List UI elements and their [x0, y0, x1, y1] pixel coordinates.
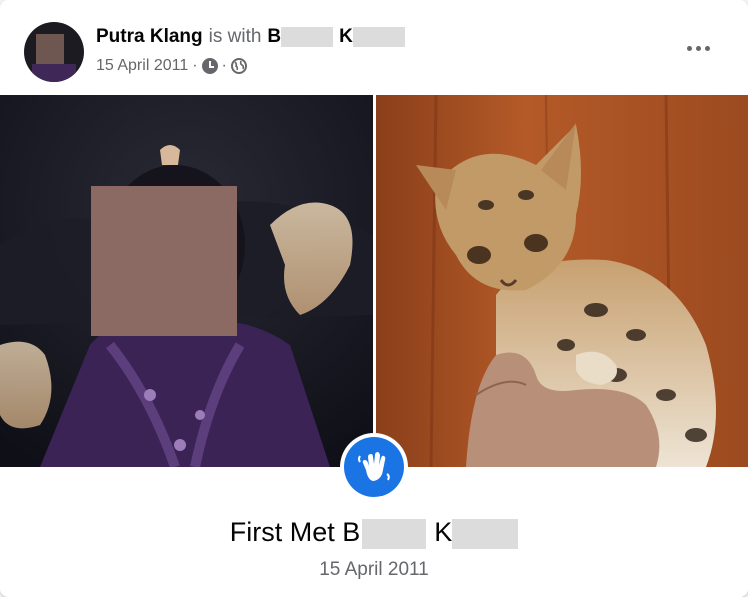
post-date-link[interactable]: 15 April 2011	[96, 57, 188, 75]
redacted-last-name	[452, 518, 519, 549]
post-meta: 15 April 2011 · ·	[96, 56, 247, 76]
more-horizontal-icon	[695, 45, 701, 51]
meta-separator: ·	[192, 57, 198, 74]
author-name-link[interactable]: Putra Klang	[96, 26, 203, 48]
life-event-date: 15 April 2011	[319, 559, 429, 580]
life-event-title[interactable]: First Met B K	[0, 514, 748, 550]
redacted-first-name	[362, 518, 427, 549]
life-event-title-prefix: First Met B	[229, 517, 361, 547]
redacted-first-name	[281, 26, 334, 47]
post-header: Putra Klang is with BK 15 April 2011 · ·	[0, 0, 748, 95]
with-text: is with	[208, 26, 262, 47]
post-card: Putra Klang is with BK 15 April 2011 · ·	[0, 0, 748, 597]
more-horizontal-icon	[704, 45, 710, 51]
tagged-first-initial: B	[267, 26, 282, 47]
kitten-photo-image	[376, 95, 748, 467]
redacted-last-name	[352, 26, 405, 47]
life-event-icon-circle	[344, 437, 404, 497]
life-event-last-initial: K	[434, 517, 453, 547]
person-photo-image	[0, 95, 373, 467]
globe-icon[interactable]	[230, 58, 247, 74]
life-event-icon-badge	[340, 433, 408, 501]
more-horizontal-icon	[686, 45, 692, 51]
avatar-blurred-face	[36, 34, 64, 64]
tagged-last-initial: K	[339, 26, 353, 47]
post-title-line: Putra Klang is with BK	[96, 25, 405, 49]
photo-kitten[interactable]	[376, 95, 748, 467]
avatar-clothing	[32, 64, 76, 82]
meta-separator: ·	[221, 57, 227, 74]
author-avatar[interactable]	[24, 22, 84, 82]
tagged-person-link[interactable]: BK	[267, 26, 405, 48]
more-options-button[interactable]	[678, 30, 718, 66]
photo-person[interactable]	[0, 95, 373, 467]
clock-icon	[201, 58, 218, 74]
waving-hand-icon	[358, 452, 390, 481]
blurred-face-redaction	[91, 186, 237, 336]
